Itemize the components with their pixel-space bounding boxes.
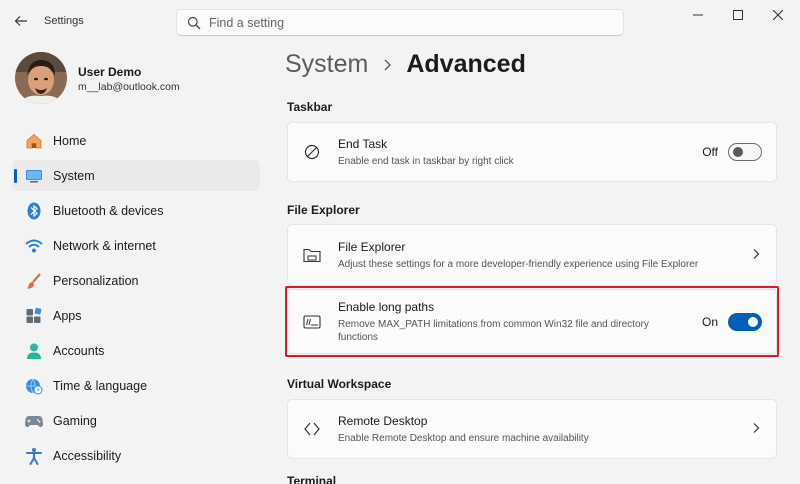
sidebar-item-label: Home xyxy=(53,133,87,148)
brush-icon xyxy=(24,271,44,291)
sidebar-item-gaming[interactable]: Gaming xyxy=(12,405,260,436)
sidebar-item-label: Bluetooth & devices xyxy=(53,203,164,218)
long-paths-text: Enable long paths Remove MAX_PATH limita… xyxy=(338,300,649,344)
long-paths-description-line1: Remove MAX_PATH limitations from common … xyxy=(338,318,649,330)
breadcrumb: System Advanced xyxy=(285,50,526,79)
account-icon xyxy=(24,341,44,361)
title-bar: Settings xyxy=(0,0,800,44)
avatar[interactable] xyxy=(15,52,67,104)
chevron-right-icon xyxy=(752,248,760,263)
remote-desktop-text: Remote Desktop Enable Remote Desktop and… xyxy=(338,414,589,445)
chevron-right-icon xyxy=(382,58,392,72)
sidebar-item-apps[interactable]: Apps xyxy=(12,300,260,331)
avatar-image xyxy=(15,52,67,104)
end-task-card: End Task Enable end task in taskbar by r… xyxy=(287,122,777,182)
sidebar-item-accounts[interactable]: Accounts xyxy=(12,335,260,366)
file-explorer-card[interactable]: File Explorer Adjust these settings for … xyxy=(287,224,777,286)
sidebar-item-label: Network & internet xyxy=(53,238,156,253)
sidebar-item-accessibility[interactable]: Accessibility xyxy=(12,440,260,471)
toggle-knob xyxy=(733,147,743,157)
user-name: User Demo xyxy=(78,65,142,79)
search-box[interactable] xyxy=(176,9,624,36)
sidebar-item-label: Apps xyxy=(53,308,82,323)
sidebar-item-label: Gaming xyxy=(53,413,97,428)
remote-desktop-icon xyxy=(302,419,322,439)
end-task-state-label: Off xyxy=(702,145,718,159)
sidebar-item-system[interactable]: System xyxy=(12,160,260,191)
app-title: Settings xyxy=(44,15,84,27)
file-explorer-text: File Explorer Adjust these settings for … xyxy=(338,240,698,271)
long-paths-state-label: On xyxy=(701,314,718,329)
user-email: m__lab@outlook.com xyxy=(78,81,180,93)
globe-clock-icon xyxy=(24,376,44,396)
long-paths-card: Enable long paths Remove MAX_PATH limita… xyxy=(287,289,777,354)
section-heading-file-explorer: File Explorer xyxy=(287,203,360,217)
close-icon xyxy=(773,10,783,20)
wifi-icon xyxy=(24,236,44,256)
maximize-button[interactable] xyxy=(719,4,757,26)
section-heading-taskbar: Taskbar xyxy=(287,100,333,114)
gamepad-icon xyxy=(24,411,44,431)
folder-icon xyxy=(302,245,322,265)
end-task-description: Enable end task in taskbar by right clic… xyxy=(338,155,514,167)
sidebar-item-home[interactable]: Home xyxy=(12,125,260,156)
page-title: Advanced xyxy=(406,50,526,78)
remote-desktop-card[interactable]: Remote Desktop Enable Remote Desktop and… xyxy=(287,399,777,459)
long-paths-toggle[interactable] xyxy=(728,312,762,331)
sidebar-item-label: System xyxy=(53,168,95,183)
apps-icon xyxy=(24,306,44,326)
end-task-toggle[interactable] xyxy=(728,143,762,161)
sidebar-item-label: Personalization xyxy=(53,273,139,288)
toggle-knob xyxy=(748,316,758,327)
breadcrumb-parent-link[interactable]: System xyxy=(285,50,368,79)
system-monitor-icon xyxy=(24,166,44,186)
search-icon xyxy=(187,16,201,29)
sidebar-item-label: Accounts xyxy=(53,343,105,358)
sidebar-nav: Home System Bluetooth & devices Network … xyxy=(12,125,260,475)
maximize-icon xyxy=(733,10,743,20)
file-explorer-description: Adjust these settings for a more develop… xyxy=(338,258,699,270)
remote-desktop-description: Enable Remote Desktop and ensure machine… xyxy=(338,432,589,444)
home-icon xyxy=(24,131,44,151)
minimize-icon xyxy=(693,14,703,16)
sidebar-item-time-language[interactable]: Time & language xyxy=(12,370,260,401)
block-icon xyxy=(302,142,322,162)
section-heading-next: Terminal xyxy=(287,474,337,484)
sidebar-item-network[interactable]: Network & internet xyxy=(12,230,260,261)
file-explorer-title: File Explorer xyxy=(338,239,406,254)
long-path-icon xyxy=(302,312,322,332)
long-paths-description-line2: functions xyxy=(338,331,379,343)
end-task-title: End Task xyxy=(338,136,388,151)
sidebar-item-bluetooth[interactable]: Bluetooth & devices xyxy=(12,195,260,226)
long-paths-description: Remove MAX_PATH limitations from common … xyxy=(338,318,649,344)
back-arrow-icon xyxy=(14,16,27,26)
bluetooth-icon xyxy=(24,201,44,221)
search-input[interactable] xyxy=(209,15,589,30)
end-task-text: End Task Enable end task in taskbar by r… xyxy=(338,137,514,168)
long-paths-toggle-group: On xyxy=(701,312,762,331)
minimize-button[interactable] xyxy=(679,4,717,26)
accessibility-icon xyxy=(24,446,44,466)
section-heading-virtual-workspace: Virtual Workspace xyxy=(287,377,392,391)
sidebar-item-personalization[interactable]: Personalization xyxy=(12,265,260,296)
sidebar-item-label: Accessibility xyxy=(53,448,122,463)
sidebar-item-label: Time & language xyxy=(53,378,148,393)
close-button[interactable] xyxy=(759,4,797,26)
long-paths-title: Enable long paths xyxy=(338,299,435,314)
chevron-right-icon xyxy=(752,422,760,437)
back-button[interactable] xyxy=(8,8,34,34)
end-task-toggle-group: Off xyxy=(702,143,762,161)
remote-desktop-title: Remote Desktop xyxy=(338,413,428,428)
